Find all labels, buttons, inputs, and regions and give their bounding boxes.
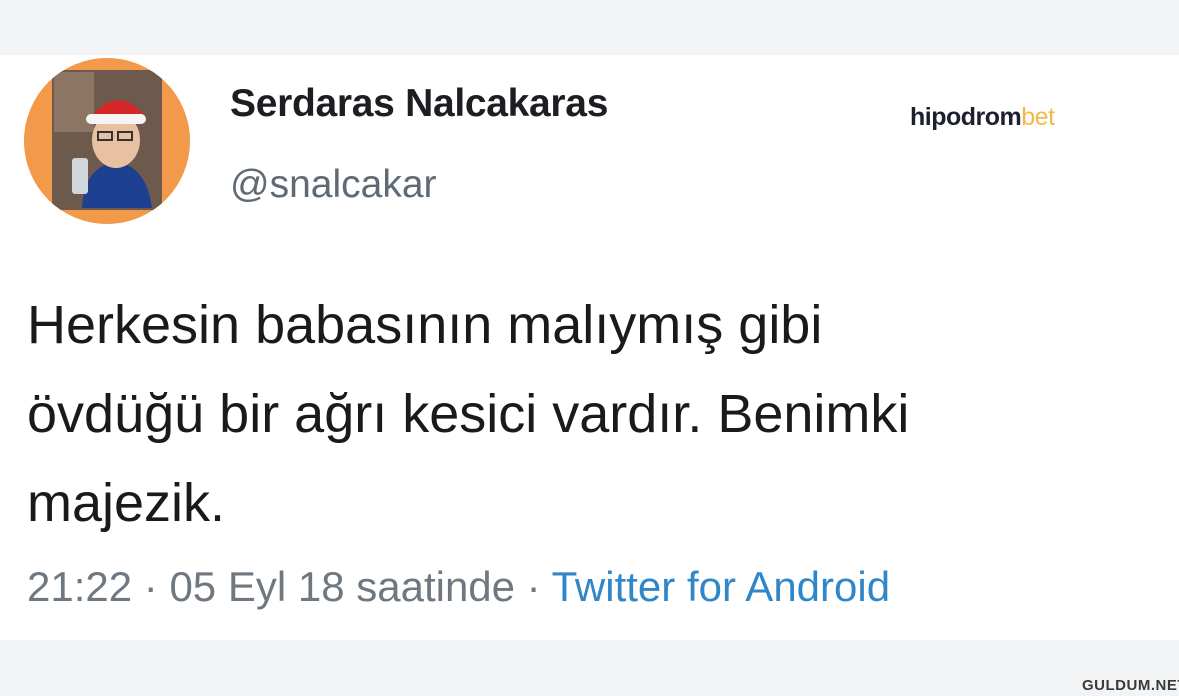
meta-separator: ·: [132, 563, 170, 610]
tweet-text-line: Herkesin babasının malıymış gibi: [27, 295, 823, 355]
display-name[interactable]: Serdaras Nalcakaras: [230, 82, 608, 126]
tweet-text-line: övdüğü bir ağrı kesici vardır. Benimki: [27, 384, 910, 444]
tweet-metadata: 21:22 · 05 Eyl 18 saatinde · Twitter for…: [27, 563, 890, 611]
user-handle[interactable]: @snalcakar: [230, 163, 437, 207]
brand-logo-part2: bet: [1021, 103, 1055, 131]
tweet-date[interactable]: 05 Eyl 18 saatinde: [169, 563, 515, 610]
tweet-card: Serdaras Nalcakaras @snalcakar hipodromb…: [0, 55, 1179, 640]
brand-logo: hipodrombet: [910, 103, 1055, 132]
tweet-source-link[interactable]: Twitter for Android: [552, 563, 890, 610]
tweet-text-line: majezik.: [27, 473, 226, 533]
tweet-time[interactable]: 21:22: [27, 563, 132, 610]
site-watermark: GULDUM.NET: [1082, 677, 1179, 694]
avatar[interactable]: [24, 58, 190, 224]
meta-separator: ·: [515, 563, 552, 610]
brand-logo-part1: hipodrom: [910, 103, 1022, 131]
tweet-text: Herkesin babasının malıymış gibi övdüğü …: [27, 281, 1167, 548]
